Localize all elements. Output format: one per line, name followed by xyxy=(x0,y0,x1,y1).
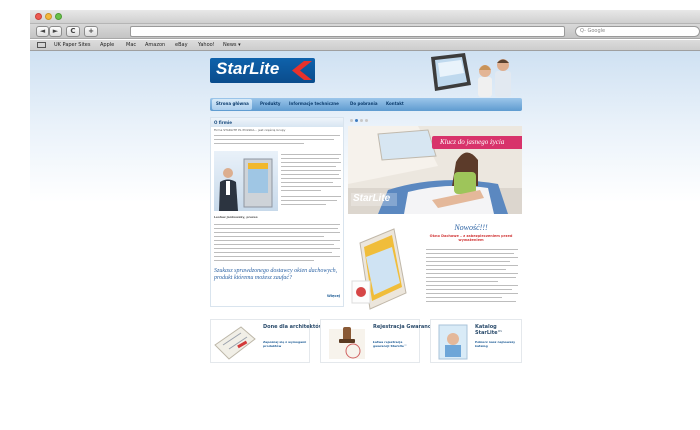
browser-window: ◄ ► C + Q- Google UK Paper Sites Apple M… xyxy=(0,0,700,430)
hero-logo-text: StarLite xyxy=(353,193,391,204)
slider-dot[interactable] xyxy=(365,119,368,122)
back-button[interactable]: ◄ xyxy=(36,26,49,37)
logo-text: StarLite xyxy=(216,59,280,78)
nav-item-home[interactable]: Strona główna xyxy=(216,101,249,106)
forward-button[interactable]: ► xyxy=(49,26,62,37)
bookmarks-bar: UK Paper Sites Apple Mac Amazon eBay Yah… xyxy=(30,40,700,51)
catalog-cover-icon xyxy=(438,324,468,360)
photo-caption: Lesław Jankowsky, prezes xyxy=(214,215,258,219)
nav-item-technical[interactable]: Informacje techniczne xyxy=(289,101,339,106)
bookmark-item[interactable]: Yahoo! xyxy=(198,42,215,48)
bookmark-item[interactable]: Apple xyxy=(100,42,114,48)
add-bookmark-button[interactable]: + xyxy=(84,26,98,37)
starlite-logo[interactable]: StarLite xyxy=(210,58,315,83)
about-photo xyxy=(214,151,278,211)
banner-ribbon: Klucz do jasnego życia xyxy=(432,136,522,149)
title-bar xyxy=(30,10,700,24)
slider-dots xyxy=(350,119,380,124)
catalog-title: Katalog StarLite™ xyxy=(475,324,503,336)
blueprint-icon xyxy=(214,326,256,360)
ribbon-text: Klucz do jasnego życia xyxy=(440,138,505,146)
reload-button[interactable]: C xyxy=(66,26,80,37)
page-viewport: StarLite Strona główna Produkty Informac… xyxy=(30,51,700,430)
address-bar[interactable] xyxy=(130,26,565,37)
bookmark-item[interactable]: eBay xyxy=(175,42,188,48)
architects-card[interactable]: Done dla architektów Zapoznaj się z wymo… xyxy=(210,319,323,363)
catalog-card[interactable]: Katalog StarLite™ Pobierz nasz najnowszy… xyxy=(430,319,522,363)
main-navigation: Strona główna Produkty Informacje techni… xyxy=(210,98,522,111)
zoom-window-icon[interactable] xyxy=(55,13,62,20)
architects-title: Done dla architektów xyxy=(263,324,324,330)
nav-item-contact[interactable]: Kontakt xyxy=(386,101,404,106)
news-subtitle: Okno Dachowe – z zabezpieczeniem przed w… xyxy=(429,234,513,242)
hero-logo-box: StarLite xyxy=(351,193,397,206)
warranty-sub: Łatwa rejestracja gwarancji StarLite™ xyxy=(373,340,407,348)
browser-toolbar: ◄ ► C + Q- Google xyxy=(30,24,700,39)
more-link[interactable]: Więcej xyxy=(327,294,340,298)
about-header: O firmie xyxy=(211,118,343,127)
bookmark-item[interactable]: News ▾ xyxy=(223,42,241,48)
roof-window-icon xyxy=(431,53,511,97)
slider-dot[interactable] xyxy=(355,119,358,122)
bookmark-item[interactable]: Mac xyxy=(126,42,136,48)
nav-item-products[interactable]: Produkty xyxy=(260,101,281,106)
warranty-card[interactable]: Rejestracja Gwarancji Łatwa rejestracja … xyxy=(320,319,434,363)
quote-text: Szukasz sprawdzonego dostawcy okien dach… xyxy=(214,268,338,281)
slider-dot[interactable] xyxy=(360,119,363,122)
news-title: Nowość!!! xyxy=(454,223,488,232)
header-illustration xyxy=(425,51,520,97)
slider-dot[interactable] xyxy=(350,119,353,122)
book-icon[interactable] xyxy=(37,42,46,48)
hero-banner[interactable]: Klucz do jasnego życia StarLite xyxy=(348,126,522,214)
news-box: Nowość!!! Okno Dachowe – z zabezpieczeni… xyxy=(420,223,522,313)
about-panel: O firmie Firma STARLITE PL POLSKA... jes… xyxy=(210,117,344,307)
architects-sub: Zapoznaj się z wymogami produktów xyxy=(263,340,307,348)
warranty-title: Rejestracja Gwarancji xyxy=(373,324,435,330)
bookmark-item[interactable]: Amazon xyxy=(145,42,165,48)
bookmark-item[interactable]: UK Paper Sites xyxy=(54,42,90,48)
close-window-icon[interactable] xyxy=(35,13,42,20)
roof-window-product-icon xyxy=(351,228,407,310)
about-intro: Firma STARLITE PL POLSKA... jest częścią… xyxy=(214,128,286,132)
search-field[interactable]: Q- Google xyxy=(575,26,700,37)
logo-chevron-icon xyxy=(292,61,312,80)
product-image[interactable] xyxy=(350,223,410,313)
catalog-sub: Pobierz nasz najnowszy katalog xyxy=(475,340,516,348)
stamp-icon xyxy=(329,327,365,359)
nav-item-downloads[interactable]: Do pobrania xyxy=(350,101,378,106)
minimize-window-icon[interactable] xyxy=(45,13,52,20)
